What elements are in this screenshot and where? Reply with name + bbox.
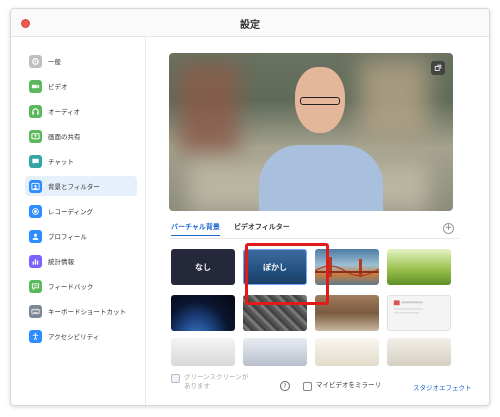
sidebar-item-recording[interactable]: レコーディング <box>25 201 137 221</box>
sidebar-item-keyboard-shortcuts[interactable]: キーボードショートカット <box>25 301 137 321</box>
background-tabs: バーチャル背景 ビデオフィルター <box>171 222 290 236</box>
sidebar-item-feedback[interactable]: フィードバック <box>25 276 137 296</box>
sidebar-item-background-filters[interactable]: 背景とフィルター <box>25 176 137 196</box>
divider <box>169 238 459 239</box>
stats-icon <box>29 254 42 268</box>
settings-sidebar: 一般 ビデオ オーディオ 画面の共有 チャット 背景とフィルター レコーディング… <box>11 37 146 405</box>
background-icon <box>29 179 42 193</box>
sidebar-item-share-screen[interactable]: 画面の共有 <box>25 126 137 146</box>
window-title: 設定 <box>240 20 260 31</box>
greenscreen-label: グリーンスクリーンがあります <box>184 373 249 390</box>
sidebar-item-label: 背景とフィルター <box>48 183 100 191</box>
greenscreen-checkbox[interactable] <box>171 374 180 383</box>
share-screen-icon <box>29 129 42 143</box>
background-coffee-table[interactable] <box>387 338 451 366</box>
chat-icon <box>29 154 42 168</box>
highlight-annotation <box>245 243 329 305</box>
background-bright-room[interactable] <box>315 338 379 366</box>
sidebar-item-label: 画面の共有 <box>48 133 81 141</box>
sidebar-item-general[interactable]: 一般 <box>25 51 137 71</box>
document-image <box>393 300 423 314</box>
sidebar-item-audio[interactable]: オーディオ <box>25 101 137 121</box>
studio-effects-link[interactable]: スタジオエフェクト <box>413 382 472 392</box>
sidebar-item-profile[interactable]: プロフィール <box>25 226 137 246</box>
background-grass[interactable] <box>387 249 451 285</box>
background-none[interactable]: なし <box>171 249 235 285</box>
headphones-icon <box>29 104 42 118</box>
record-icon <box>29 204 42 218</box>
add-background-button[interactable]: + <box>443 223 454 234</box>
sidebar-item-accessibility[interactable]: アクセシビリティ <box>25 326 137 346</box>
sidebar-item-label: ビデオ <box>48 83 68 91</box>
gear-icon <box>29 54 42 68</box>
none-label: なし <box>195 262 211 272</box>
sidebar-item-statistics[interactable]: 統計情報 <box>25 251 137 271</box>
background-office-blur[interactable] <box>243 338 307 366</box>
tab-video-filters[interactable]: ビデオフィルター <box>234 222 290 236</box>
greenscreen-option[interactable]: グリーンスクリーンがあります <box>171 373 254 391</box>
background-earth-from-space[interactable] <box>171 295 235 331</box>
background-document-desk[interactable] <box>387 295 451 331</box>
person-silhouette <box>259 145 383 211</box>
mirror-checkbox[interactable] <box>303 382 312 391</box>
profile-icon <box>29 229 42 243</box>
background-white-office[interactable] <box>171 338 235 366</box>
sidebar-item-label: オーディオ <box>48 108 81 116</box>
sidebar-item-label: レコーディング <box>48 208 94 216</box>
sidebar-item-chat[interactable]: チャット <box>25 151 137 171</box>
sidebar-item-label: キーボードショートカット <box>48 308 126 316</box>
sidebar-item-label: 一般 <box>48 58 61 66</box>
keyboard-icon <box>29 304 42 318</box>
title-bar: 設定 <box>11 9 489 37</box>
tab-virtual-background[interactable]: バーチャル背景 <box>171 222 220 236</box>
sidebar-item-label: アクセシビリティ <box>48 333 100 341</box>
sidebar-item-video[interactable]: ビデオ <box>25 76 137 96</box>
help-icon[interactable]: ? <box>280 381 290 391</box>
sidebar-item-label: プロフィール <box>48 233 87 241</box>
pin-icon[interactable] <box>431 61 445 75</box>
settings-window: 設定 一般 ビデオ オーディオ 画面の共有 チャット 背景とフィルター レコーデ… <box>10 8 490 406</box>
accessibility-icon <box>29 329 42 343</box>
sidebar-item-label: フィードバック <box>48 283 94 291</box>
glasses <box>300 97 340 105</box>
mirror-option[interactable]: マイビデオをミラーリ <box>303 381 381 391</box>
sidebar-item-label: 統計情報 <box>48 258 74 266</box>
video-icon <box>29 79 42 93</box>
feedback-icon <box>29 279 42 293</box>
mirror-label: マイビデオをミラーリ <box>316 381 381 389</box>
sidebar-item-label: チャット <box>48 158 74 166</box>
camera-preview <box>169 53 453 211</box>
